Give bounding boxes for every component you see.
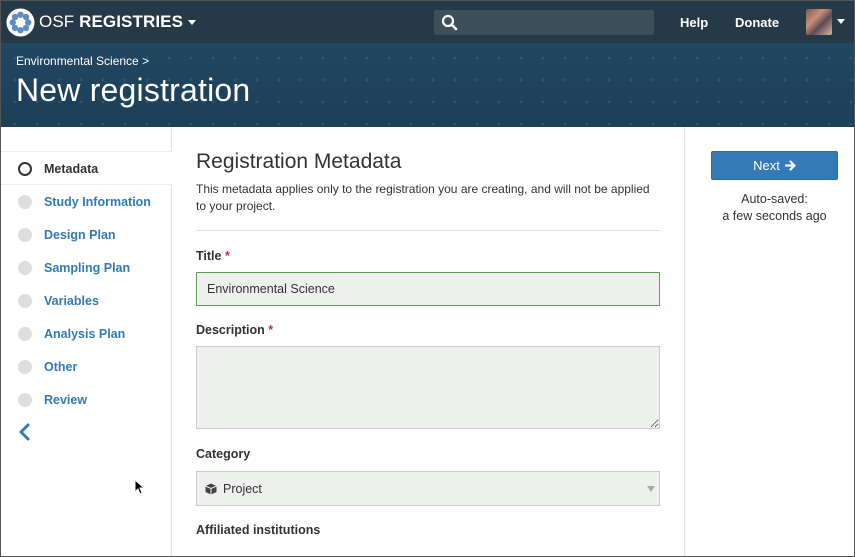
required-marker: *: [268, 323, 274, 337]
brand-name-bold: REGISTRIES: [79, 12, 184, 31]
sidebar-item-metadata[interactable]: Metadata: [0, 152, 170, 185]
sidebar-item-label: Other: [44, 359, 78, 374]
brand-name-light: OSF: [39, 12, 80, 31]
search-icon: [441, 14, 458, 31]
divider: [196, 230, 661, 231]
page-title: New registration: [16, 72, 251, 108]
top-navbar: OSF REGISTRIES Help Donate: [0, 0, 855, 43]
title-input[interactable]: [196, 272, 660, 306]
description-textarea[interactable]: [196, 346, 660, 429]
search-input[interactable]: [434, 10, 654, 35]
autosave-status: Auto-saved: a few seconds ago: [711, 191, 838, 225]
affiliated-institutions-label: Affiliated institutions: [196, 523, 321, 537]
title-field-label: Title *: [196, 249, 230, 263]
brand-name: OSF REGISTRIES: [39, 12, 183, 32]
step-current-icon: [18, 161, 32, 176]
description-label-text: Description: [196, 323, 265, 337]
sidebar-item-label: Sampling Plan: [44, 260, 131, 275]
sidebar-item-label: Study Information: [44, 194, 151, 209]
section-description: This metadata applies only to the regist…: [196, 182, 650, 213]
step-dot-icon: [18, 227, 32, 242]
description-field-label: Description *: [196, 323, 273, 337]
step-dot-icon: [18, 326, 32, 341]
caret-down-icon: [188, 19, 197, 25]
mouse-cursor-icon: [134, 479, 145, 495]
cube-icon: [205, 483, 217, 494]
step-dot-icon: [18, 392, 32, 407]
category-field-label: Category: [196, 447, 251, 461]
dropdown-arrow-icon: [647, 486, 655, 492]
step-dot-icon: [18, 359, 32, 374]
sidebar-item-sampling-plan[interactable]: Sampling Plan: [0, 251, 170, 284]
sidebar-item-label: Analysis Plan: [44, 326, 126, 341]
collapse-sidebar-chevron-left-icon[interactable]: [18, 423, 32, 441]
brand-menu[interactable]: OSF REGISTRIES: [6, 7, 197, 37]
page-header: Environmental Science > New registration: [0, 43, 855, 127]
title-label-text: Title: [196, 249, 222, 263]
sidebar-item-label: Review: [44, 392, 88, 407]
osf-logo-icon: [6, 7, 35, 37]
category-select[interactable]: Project: [196, 471, 660, 506]
sidebar-item-label: Design Plan: [44, 227, 116, 242]
donate-link[interactable]: Donate: [735, 15, 779, 30]
sidebar-item-review[interactable]: Review: [0, 383, 170, 416]
category-selected-value: Project: [223, 481, 262, 496]
sidebar-item-label: Metadata: [44, 161, 99, 176]
user-menu-caret-icon[interactable]: [837, 19, 845, 24]
sidebar-item-analysis-plan[interactable]: Analysis Plan: [0, 317, 170, 350]
required-marker: *: [224, 249, 230, 263]
step-dot-icon: [18, 260, 32, 275]
sidebar-item-other[interactable]: Other: [0, 350, 170, 383]
right-panel: Next Auto-saved: a few seconds ago: [684, 127, 855, 557]
next-button-label: Next: [753, 158, 780, 173]
help-link[interactable]: Help: [680, 15, 708, 30]
step-dot-icon: [18, 293, 32, 308]
user-avatar[interactable]: [806, 9, 832, 35]
breadcrumb[interactable]: Environmental Science >: [16, 54, 149, 68]
next-button[interactable]: Next: [711, 151, 838, 180]
arrow-right-icon: [784, 160, 796, 171]
sidebar-item-study-information[interactable]: Study Information: [0, 185, 170, 218]
autosave-status-line2: a few seconds ago: [722, 209, 827, 223]
autosave-status-line1: Auto-saved:: [741, 192, 808, 206]
section-title: Registration Metadata: [196, 150, 402, 173]
sidebar-item-variables[interactable]: Variables: [0, 284, 170, 317]
registration-sidebar: Metadata Study Information Design Plan S…: [0, 127, 172, 557]
sidebar-item-design-plan[interactable]: Design Plan: [0, 218, 170, 251]
step-dot-icon: [18, 194, 32, 209]
sidebar-item-label: Variables: [44, 293, 99, 308]
